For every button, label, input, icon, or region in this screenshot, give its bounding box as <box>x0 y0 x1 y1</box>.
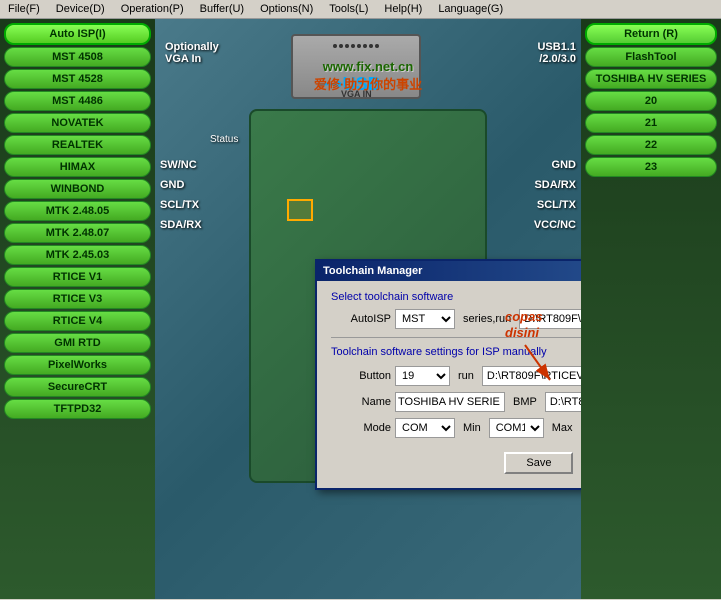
dialog-body: Select toolchain software AutoISP MST se… <box>317 281 581 488</box>
run-label: run <box>458 370 474 382</box>
sidebar-btn-pixelworks[interactable]: PixelWorks <box>4 355 151 375</box>
toshiba-hv-button[interactable]: TOSHIBA HV SERIES <box>585 69 717 89</box>
autoisp-label: AutoISP <box>331 313 391 325</box>
num-22-button[interactable]: 22 <box>585 135 717 155</box>
bmp-label: BMP <box>513 396 537 408</box>
sidebar-btn-mst4528[interactable]: MST 4528 <box>4 69 151 89</box>
sidebar-btn-mst4486[interactable]: MST 4486 <box>4 91 151 111</box>
num-20-button[interactable]: 20 <box>585 91 717 111</box>
mode-row: Mode COM Min COM1 Max COM16 Signature <box>331 418 581 438</box>
name-input[interactable] <box>395 392 505 412</box>
dialog-divider <box>331 337 581 338</box>
num-23-button[interactable]: 23 <box>585 157 717 177</box>
content-area: Optionally VGA In VGA IN USB1.1 /2 <box>155 19 581 599</box>
sidebar-btn-himax[interactable]: HIMAX <box>4 157 151 177</box>
autoisp-select[interactable]: MST <box>395 309 455 329</box>
sidebar-btn-winbond[interactable]: WINBOND <box>4 179 151 199</box>
menu-tools[interactable]: Tools(L) <box>325 2 372 16</box>
main-area: Auto ISP(I) MST 4508 MST 4528 MST 4486 N… <box>0 19 721 599</box>
min-select[interactable]: COM1 <box>489 418 544 438</box>
menu-options[interactable]: Options(N) <box>256 2 317 16</box>
name-label: Name <box>331 396 391 408</box>
sidebar-btn-mtk24503[interactable]: MTK 2.45.03 <box>4 245 151 265</box>
sidebar-btn-securecrt[interactable]: SecureCRT <box>4 377 151 397</box>
sidebar-btn-autoisp[interactable]: Auto ISP(I) <box>4 23 151 45</box>
mode-label: Mode <box>331 422 391 434</box>
sidebar-btn-gmirtd[interactable]: GMI RTD <box>4 333 151 353</box>
dialog-overlay: copas disini Toolchain Manager ✕ <box>155 19 581 599</box>
mode-select[interactable]: COM <box>395 418 455 438</box>
series-run-input[interactable] <box>519 309 581 329</box>
save-button[interactable]: Save <box>504 452 573 474</box>
isp-manually-title: Toolchain software settings for ISP manu… <box>331 346 581 358</box>
button-row: Button 19 run <box>331 366 581 386</box>
sidebar-btn-tftpd32[interactable]: TFTPD32 <box>4 399 151 419</box>
series-run-label: series,run <box>463 313 511 325</box>
sidebar-btn-rticev1[interactable]: RTICE V1 <box>4 267 151 287</box>
button-label: Button <box>331 370 391 382</box>
sidebar-btn-mst4508[interactable]: MST 4508 <box>4 47 151 67</box>
menu-device[interactable]: Device(D) <box>52 2 109 16</box>
menu-help[interactable]: Help(H) <box>380 2 426 16</box>
sidebar-btn-rticev4[interactable]: RTICE V4 <box>4 311 151 331</box>
bmp-input[interactable] <box>545 392 581 412</box>
dialog-footer: Save Close <box>331 444 581 478</box>
sidebar-btn-mtk24807[interactable]: MTK 2.48.07 <box>4 223 151 243</box>
left-sidebar: Auto ISP(I) MST 4508 MST 4528 MST 4486 N… <box>0 19 155 599</box>
sidebar-btn-novatek[interactable]: NOVATEK <box>4 113 151 133</box>
dialog-title: Toolchain Manager <box>323 265 422 277</box>
autoisp-row: AutoISP MST series,run <box>331 309 581 329</box>
sidebar-btn-rticev3[interactable]: RTICE V3 <box>4 289 151 309</box>
menu-file[interactable]: File(F) <box>4 2 44 16</box>
name-row: Name BMP <box>331 392 581 412</box>
sidebar-btn-realtek[interactable]: REALTEK <box>4 135 151 155</box>
menu-language[interactable]: Language(G) <box>434 2 507 16</box>
select-software-title: Select toolchain software <box>331 291 581 303</box>
min-label: Min <box>463 422 481 434</box>
menu-operation[interactable]: Operation(P) <box>117 2 188 16</box>
toolchain-dialog: Toolchain Manager ✕ Select toolchain sof… <box>315 259 581 490</box>
menu-buffer[interactable]: Buffer(U) <box>196 2 248 16</box>
right-sidebar: Return (R) FlashTool TOSHIBA HV SERIES 2… <box>581 19 721 599</box>
max-label: Max <box>552 422 573 434</box>
run-input[interactable] <box>482 366 581 386</box>
sidebar-btn-mtk24805[interactable]: MTK 2.48.05 <box>4 201 151 221</box>
return-button[interactable]: Return (R) <box>585 23 717 45</box>
button-select[interactable]: 19 <box>395 366 450 386</box>
dialog-titlebar: Toolchain Manager ✕ <box>317 261 581 281</box>
num-21-button[interactable]: 21 <box>585 113 717 133</box>
flashtool-button[interactable]: FlashTool <box>585 47 717 67</box>
menu-bar: File(F) Device(D) Operation(P) Buffer(U)… <box>0 0 721 19</box>
